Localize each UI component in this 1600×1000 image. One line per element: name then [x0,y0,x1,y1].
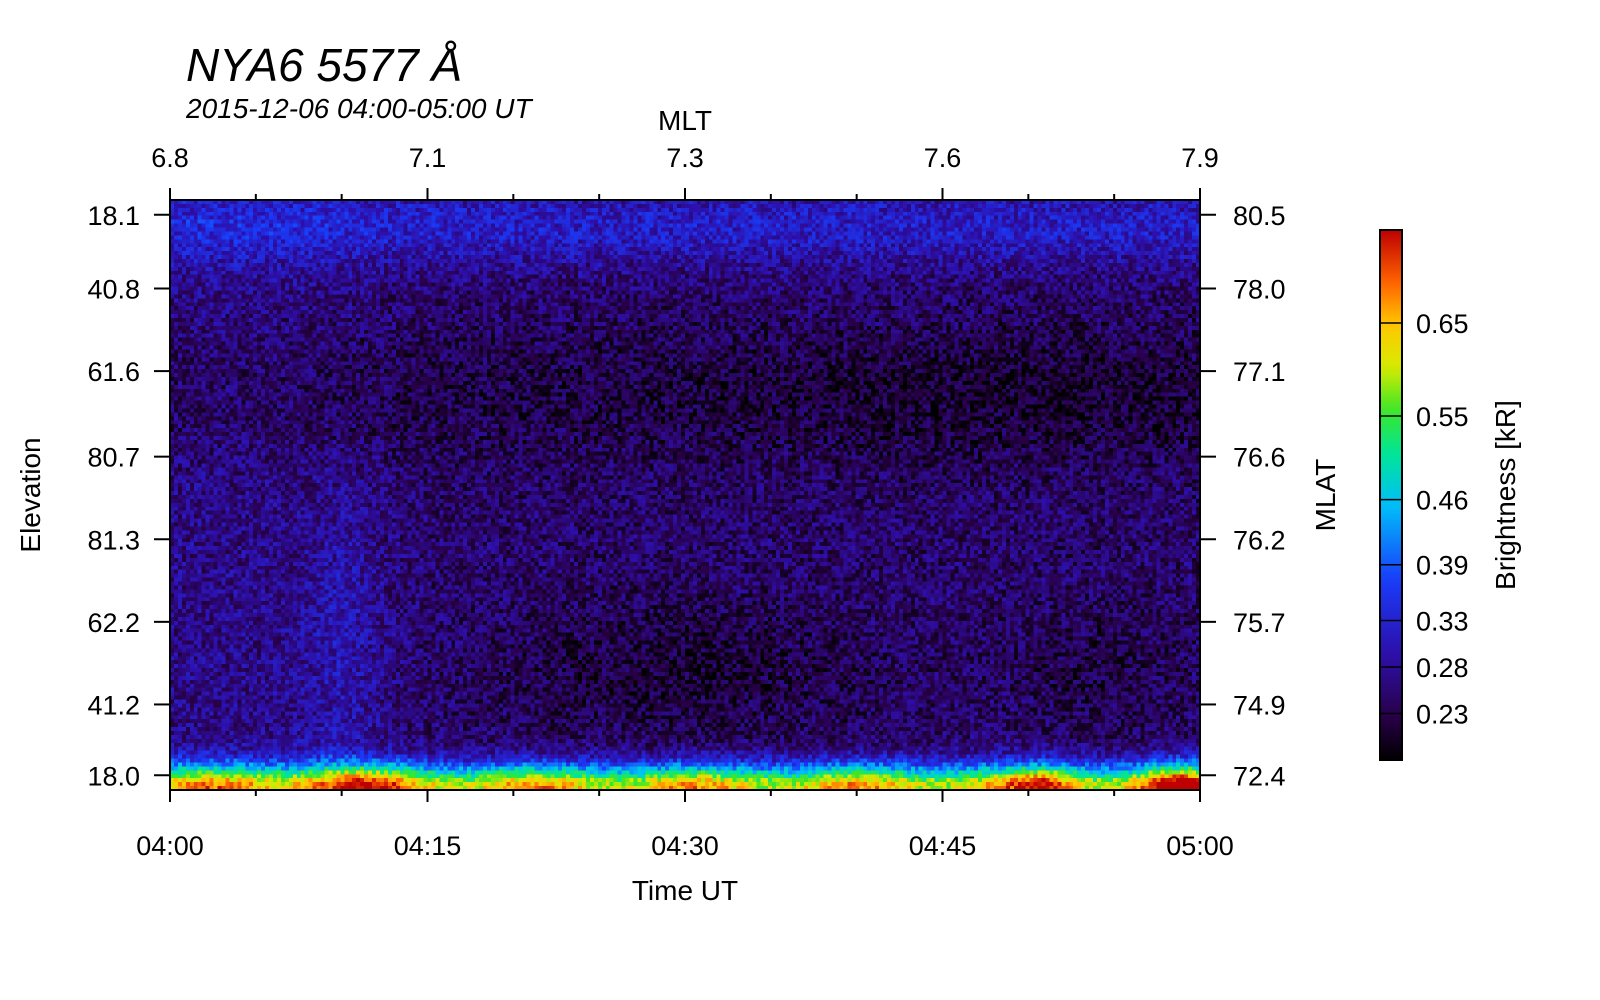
x-tick-label: 05:00 [1166,831,1234,861]
y-tick-label: 80.7 [87,443,140,473]
y-tick-label: 81.3 [87,525,140,555]
y-tick-label: 18.0 [87,761,140,791]
right-tick-label: 75.7 [1233,608,1286,638]
right-tick-label: 77.1 [1233,357,1286,387]
x-axis-label: Time UT [632,875,738,906]
top-tick-label: 7.1 [409,143,447,173]
top-tick-label: 7.9 [1181,143,1219,173]
colorbar-tick-label: 0.33 [1416,607,1469,637]
colorbar: 0.65 0.55 0.46 0.39 0.33 0.28 0.23 Brightness [… [1379,229,1521,761]
heatmap-image [170,200,1200,790]
y-axis-label: Elevation [15,437,46,552]
top-tick-label: 7.3 [666,143,704,173]
colorbar-label: Brightness [kR] [1490,400,1521,590]
colorbar-tick-label: 0.65 [1416,309,1469,339]
top-axis-label: MLT [658,105,712,136]
y-tick-label: 41.2 [87,690,140,720]
right-tick-label: 80.5 [1233,201,1286,231]
y-tick-label: 62.2 [87,608,140,638]
colorbar-bar [1379,229,1403,761]
x-tick-label: 04:15 [394,831,462,861]
right-axis-label: MLAT [1310,459,1341,532]
colorbar-tick-label: 0.46 [1416,486,1469,516]
chart-svg: 04:00 04:15 04:30 04:45 05:00 Time UT 6.8 7.1 7.… [15,105,1521,906]
right-tick-label: 76.2 [1233,525,1286,555]
x-tick-label: 04:00 [136,831,204,861]
right-tick-label: 74.9 [1233,690,1286,720]
y-tick-label: 18.1 [87,201,140,231]
y-tick-label: 61.6 [87,357,140,387]
top-tick-label: 6.8 [151,143,189,173]
colorbar-tick-label: 0.55 [1416,402,1469,432]
right-tick-label: 78.0 [1233,275,1286,305]
top-tick-label: 7.6 [924,143,962,173]
heatmap [170,200,1200,790]
right-tick-label: 72.4 [1233,761,1286,791]
x-tick-label: 04:30 [651,831,719,861]
colorbar-tick-label: 0.39 [1416,551,1469,581]
chart-figure: NYA6 5577 Å 2015-12-06 04:00-05:00 UT 04… [0,0,1600,1000]
colorbar-tick-label: 0.28 [1416,653,1469,683]
colorbar-tick-label: 0.23 [1416,700,1469,730]
y-tick-label: 40.8 [87,275,140,305]
x-tick-label: 04:45 [909,831,977,861]
right-tick-label: 76.6 [1233,443,1286,473]
